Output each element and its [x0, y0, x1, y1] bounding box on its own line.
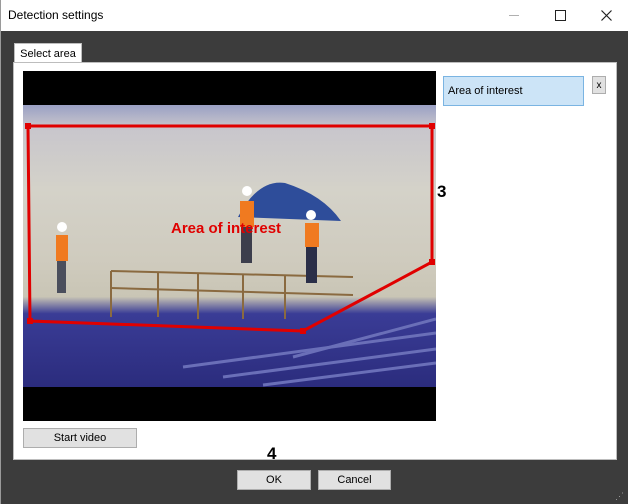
minimize-button[interactable]: [491, 0, 537, 31]
ok-label: OK: [266, 474, 282, 486]
scene-illustration: [25, 123, 436, 387]
ok-button[interactable]: OK: [237, 470, 311, 490]
area-list-item-selected[interactable]: Area of interest: [443, 76, 584, 106]
camera-frame: [23, 105, 436, 387]
title-bar: Detection settings: [1, 0, 628, 31]
cancel-label: Cancel: [337, 474, 372, 486]
video-preview[interactable]: [23, 71, 436, 421]
window-title: Detection settings: [8, 8, 104, 22]
cancel-button[interactable]: Cancel: [318, 470, 391, 490]
area-of-interest-label: Area of interest: [171, 220, 282, 237]
callout-number-4: 4: [267, 444, 277, 463]
minimize-icon: [509, 15, 519, 16]
maximize-icon: [554, 10, 566, 21]
close-icon: [600, 10, 612, 21]
remove-area-label: x: [596, 79, 602, 91]
tab-select-area[interactable]: Select area: [14, 43, 82, 63]
area-list-item-label: Area of interest: [448, 85, 523, 97]
close-button[interactable]: [583, 0, 628, 31]
detection-settings-window: Detection settings Select area Area of i…: [0, 0, 628, 504]
resize-grip-icon[interactable]: ⋰: [615, 491, 625, 501]
tab-label: Select area: [20, 47, 76, 60]
start-video-label: Start video: [53, 432, 107, 444]
maximize-button[interactable]: [537, 0, 583, 31]
callout-number-3: 3: [437, 182, 447, 201]
start-video-button[interactable]: Start video: [23, 428, 137, 448]
remove-area-button[interactable]: x: [592, 76, 606, 94]
